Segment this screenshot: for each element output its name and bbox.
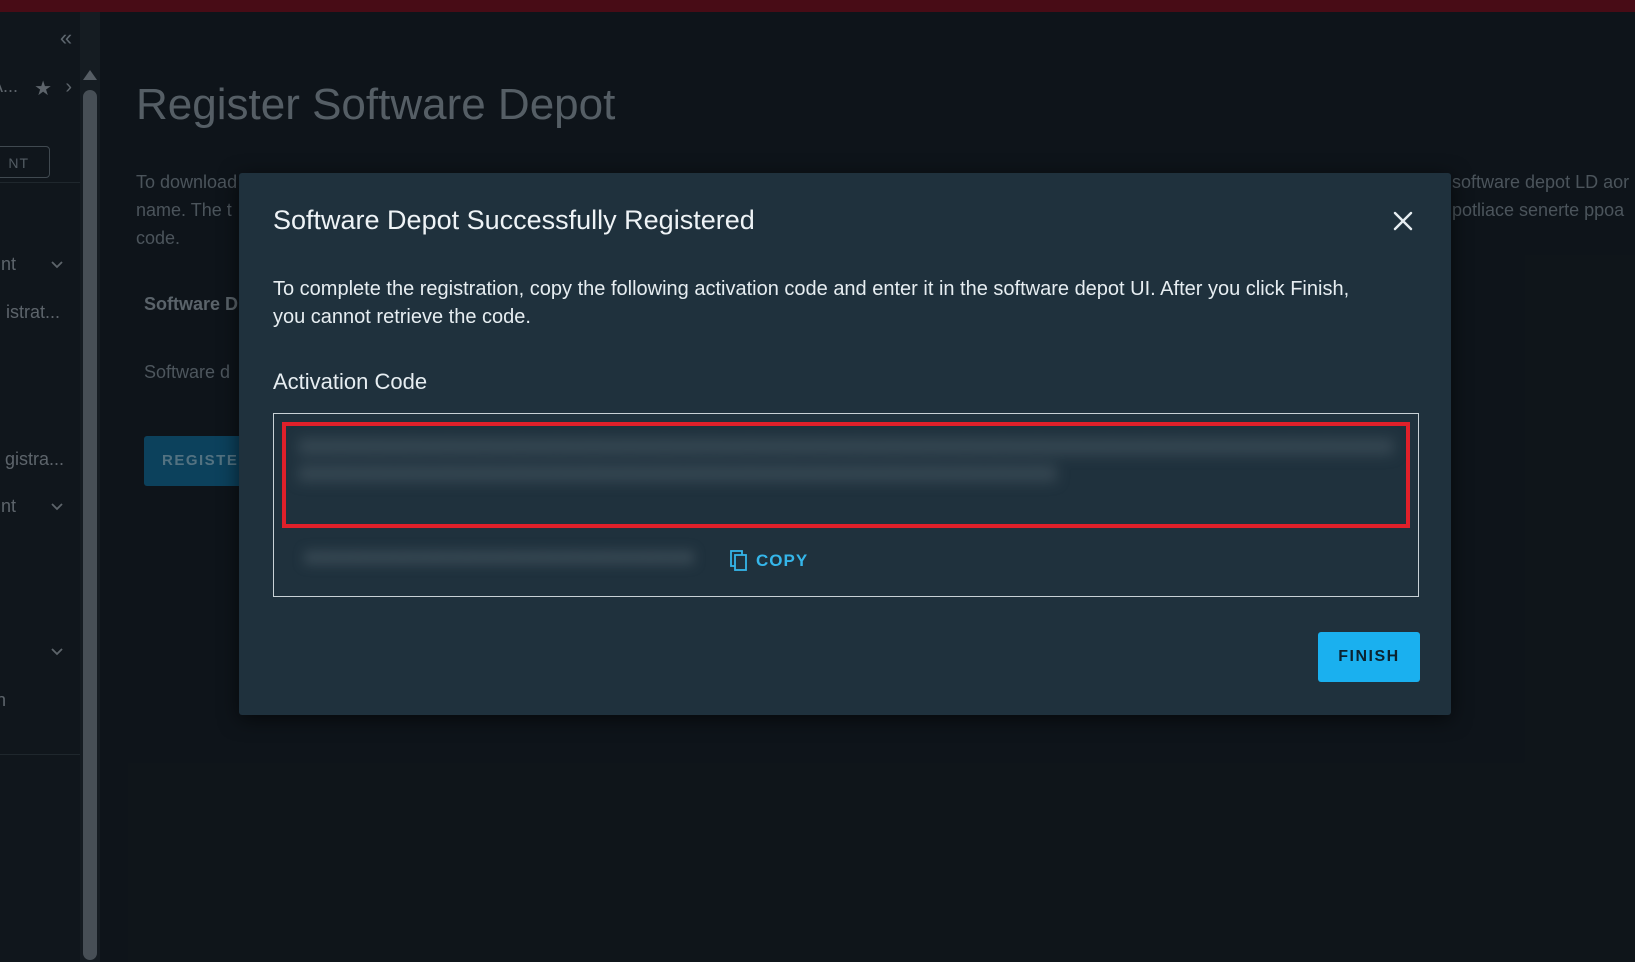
copy-button-label: COPY bbox=[756, 551, 809, 570]
activation-code-value: XXXXXXXXXXXXXXXXXXXXXXXXXXXXXXXXXXXXXXXX… bbox=[298, 435, 1394, 486]
close-icon[interactable] bbox=[1389, 207, 1417, 235]
modal-message: To complete the registration, copy the f… bbox=[273, 278, 1350, 328]
activation-code-label: Activation Code bbox=[273, 369, 428, 394]
modal-title: Software Depot Successfully Registered bbox=[273, 205, 755, 235]
finish-button[interactable]: FINISH bbox=[1318, 632, 1420, 682]
activation-code-box: XXXXXXXXXXXXXXXXXXXXXXXXXXXXXXXXXXXXXXXX… bbox=[273, 413, 1419, 597]
copy-icon bbox=[730, 550, 747, 571]
registration-success-modal: Software Depot Successfully Registered T… bbox=[239, 173, 1451, 715]
activation-code-secondary: XXXXXXXXXXXXXXXXXXXXXXXXXXXXXXXXXXXX bbox=[304, 548, 695, 569]
copy-button[interactable]: COPY bbox=[730, 548, 808, 574]
app-window: « A... ★ › NT nt istrat... gistra... nt … bbox=[0, 0, 1635, 962]
activation-code-highlight: XXXXXXXXXXXXXXXXXXXXXXXXXXXXXXXXXXXXXXXX… bbox=[282, 422, 1410, 528]
